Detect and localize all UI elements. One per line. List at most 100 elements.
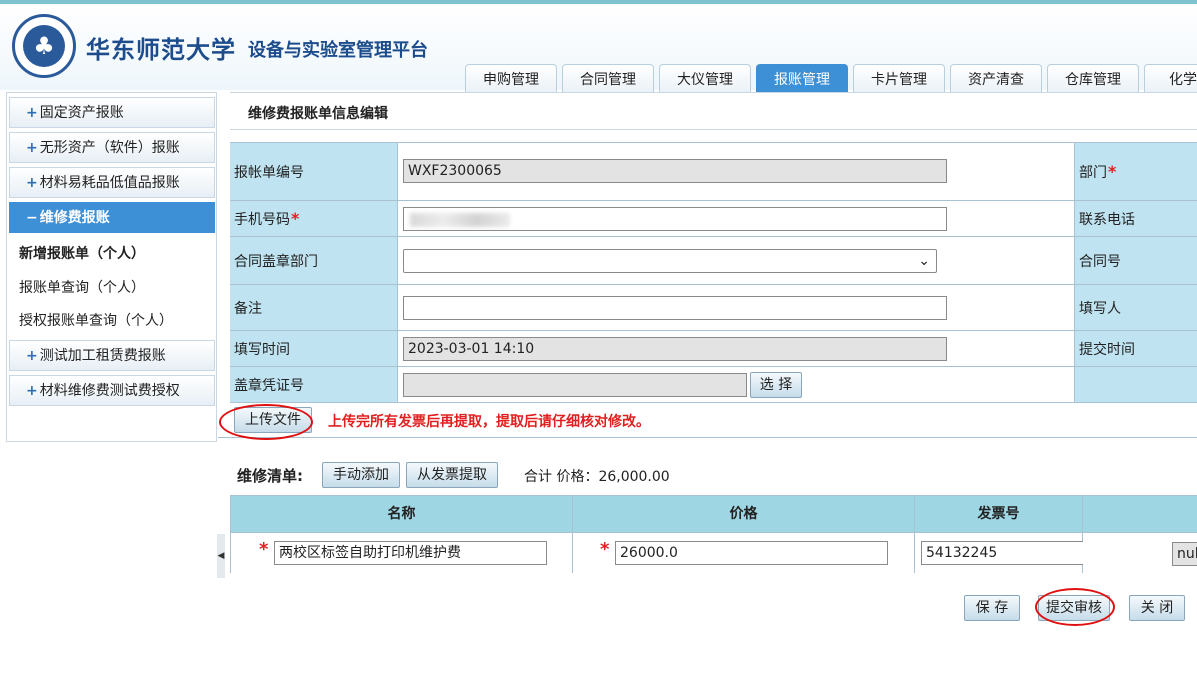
sidebar-item-repair-fee[interactable]: − 维修费报账 (9, 202, 215, 233)
sidebar-item-fixed-assets[interactable]: + 固定资产报账 (9, 97, 215, 128)
bill-no-label: 报帐单编号 (230, 143, 398, 200)
seal-voucher-label: 盖章凭证号 (230, 367, 398, 402)
seal-dept-select[interactable]: ⌄ (403, 249, 937, 273)
logo-emblem: ♣ (23, 25, 65, 67)
chevron-down-icon: ⌄ (918, 253, 930, 269)
tab-large-instrument[interactable]: 大仪管理 (659, 64, 751, 95)
empty-label-cell (1075, 367, 1197, 402)
col-header-invoice: 发票号 (915, 496, 1083, 532)
platform-name: 设备与实验室管理平台 (248, 40, 428, 61)
plus-icon: + (26, 175, 38, 191)
form-row-remark: 备注 填写人 (230, 285, 1197, 331)
sidebar-item-label: 固定资产报账 (39, 105, 124, 121)
form-row-seal-voucher: 盖章凭证号 选 择 (230, 367, 1197, 403)
tree-icon: ♣ (33, 32, 55, 60)
required-mark: * (259, 539, 269, 560)
redacted-phone (410, 213, 510, 227)
table-row: null (1083, 532, 1197, 573)
required-mark: * (600, 539, 610, 560)
tab-card[interactable]: 卡片管理 (853, 64, 945, 95)
col-header-name: 名称 (231, 496, 573, 532)
sidebar-item-label: 无形资产（软件）报账 (39, 140, 180, 156)
phone-cell (398, 201, 1075, 236)
seal-voucher-field (403, 373, 747, 397)
remark-input[interactable] (403, 296, 947, 320)
repair-list-label: 维修清单: (237, 467, 303, 485)
repair-list-table: 名称 价格 发票号 * 两校区标签自助打印机维护费 * 26000.0 5413… (230, 495, 1197, 573)
plus-icon: + (26, 348, 38, 364)
col-header-price: 价格 (573, 496, 915, 532)
contact-phone-label: 联系电话 (1075, 201, 1197, 236)
table-row: * 两校区标签自助打印机维护费 (231, 532, 573, 573)
fill-time-label: 填写时间 (230, 331, 398, 366)
item-extra-field[interactable]: null (1172, 542, 1197, 566)
save-button[interactable]: 保 存 (964, 595, 1020, 621)
fill-time-field: 2023-03-01 14:10 (403, 337, 947, 361)
tab-contract[interactable]: 合同管理 (562, 64, 654, 95)
seal-dept-cell: ⌄ (398, 237, 1075, 284)
form-row-bill-no: 报帐单编号 WXF2300065 部门 * (230, 143, 1197, 201)
sidebar-item-testing-rental[interactable]: + 测试加工租赁费报账 (9, 340, 215, 371)
seal-dept-label: 合同盖章部门 (230, 237, 398, 284)
plus-icon: + (26, 105, 38, 121)
tab-purchase[interactable]: 申购管理 (465, 64, 557, 95)
tab-reimbursement[interactable]: 报账管理 (756, 64, 848, 95)
seal-voucher-cell: 选 择 (398, 367, 1075, 402)
highlight-ring-submit (1035, 588, 1115, 626)
col-header-extra (1083, 496, 1197, 532)
remark-label: 备注 (230, 285, 398, 330)
bill-form: 报帐单编号 WXF2300065 部门 * 手机号码 * 联系电话 合同盖章部门 ⌄… (230, 142, 1197, 403)
main-title-bar: 维修费报账单信息编辑 (230, 92, 1197, 130)
contract-no-label: 合同号 (1075, 237, 1197, 284)
filler-label: 填写人 (1075, 285, 1197, 330)
form-row-fill-time: 填写时间 2023-03-01 14:10 提交时间 (230, 331, 1197, 367)
form-row-seal-dept: 合同盖章部门 ⌄ 合同号 (230, 237, 1197, 285)
phone-label: 手机号码 * (230, 201, 398, 236)
plus-icon: + (26, 383, 38, 399)
sidebar-subitem-auth-query[interactable]: 授权报账单查询（个人） (19, 310, 173, 330)
close-button[interactable]: 关 闭 (1129, 595, 1185, 621)
manual-add-button[interactable]: 手动添加 (322, 462, 400, 488)
university-logo: ♣ (12, 14, 76, 78)
sidebar-subitem-new-bill[interactable]: 新增报账单（个人） (19, 243, 145, 263)
phone-input[interactable] (403, 207, 947, 231)
table-row: * 26000.0 (573, 532, 915, 573)
tab-warehouse[interactable]: 仓库管理 (1047, 64, 1139, 95)
tab-chemicals[interactable]: 化学品 (1144, 64, 1197, 95)
upload-warning: 上传完所有发票后再提取，提取后请仔细核对修改。 (328, 414, 650, 430)
sidebar-item-label: 材料易耗品低值品报账 (39, 175, 180, 191)
tab-asset-check[interactable]: 资产清查 (950, 64, 1042, 95)
highlight-ring-upload (219, 404, 313, 440)
dept-label: 部门 * (1075, 143, 1197, 200)
bill-no-field: WXF2300065 (403, 159, 947, 183)
university-name: 华东师范大学 (86, 36, 236, 64)
extract-invoice-button[interactable]: 从发票提取 (406, 462, 498, 488)
required-mark: * (1108, 162, 1117, 181)
sidebar-subitem-bill-query[interactable]: 报账单查询（个人） (19, 277, 145, 297)
sidebar-item-authorization[interactable]: + 材料维修费测试费授权 (9, 375, 215, 406)
plus-icon: + (26, 140, 38, 156)
bill-no-cell: WXF2300065 (398, 143, 1075, 200)
page-title: 维修费报账单信息编辑 (248, 106, 388, 122)
upload-row: 上传文件 上传完所有发票后再提取，提取后请仔细核对修改。 (218, 402, 1197, 438)
sidebar-item-materials[interactable]: + 材料易耗品低值品报账 (9, 167, 215, 198)
table-row: 54132245 (915, 532, 1085, 573)
fill-time-cell: 2023-03-01 14:10 (398, 331, 1075, 366)
item-invoice-input[interactable]: 54132245 (921, 541, 1085, 565)
minus-icon: − (26, 210, 38, 226)
form-row-phone: 手机号码 * 联系电话 (230, 201, 1197, 237)
sidebar-item-label: 测试加工租赁费报账 (39, 348, 166, 364)
page-root: ♣ 华东师范大学 设备与实验室管理平台 申购管理 合同管理 大仪管理 报账管理 … (0, 0, 1197, 688)
select-voucher-button[interactable]: 选 择 (750, 372, 802, 398)
item-name-input[interactable]: 两校区标签自助打印机维护费 (274, 541, 547, 565)
item-price-input[interactable]: 26000.0 (615, 541, 888, 565)
sidebar-collapse-handle[interactable]: ◀ (217, 534, 225, 578)
sidebar-item-label: 材料维修费测试费授权 (39, 383, 180, 399)
sidebar-item-intangible-assets[interactable]: + 无形资产（软件）报账 (9, 132, 215, 163)
header: ♣ 华东师范大学 设备与实验室管理平台 申购管理 合同管理 大仪管理 报账管理 … (0, 4, 1197, 95)
sidebar-item-label: 维修费报账 (39, 210, 110, 226)
sidebar: + 固定资产报账 + 无形资产（软件）报账 + 材料易耗品低值品报账 − 维修费报账 新… (6, 92, 217, 442)
remark-cell (398, 285, 1075, 330)
total-price: 合计 价格：26,000.00 (524, 469, 670, 485)
submit-time-label: 提交时间 (1075, 331, 1197, 366)
